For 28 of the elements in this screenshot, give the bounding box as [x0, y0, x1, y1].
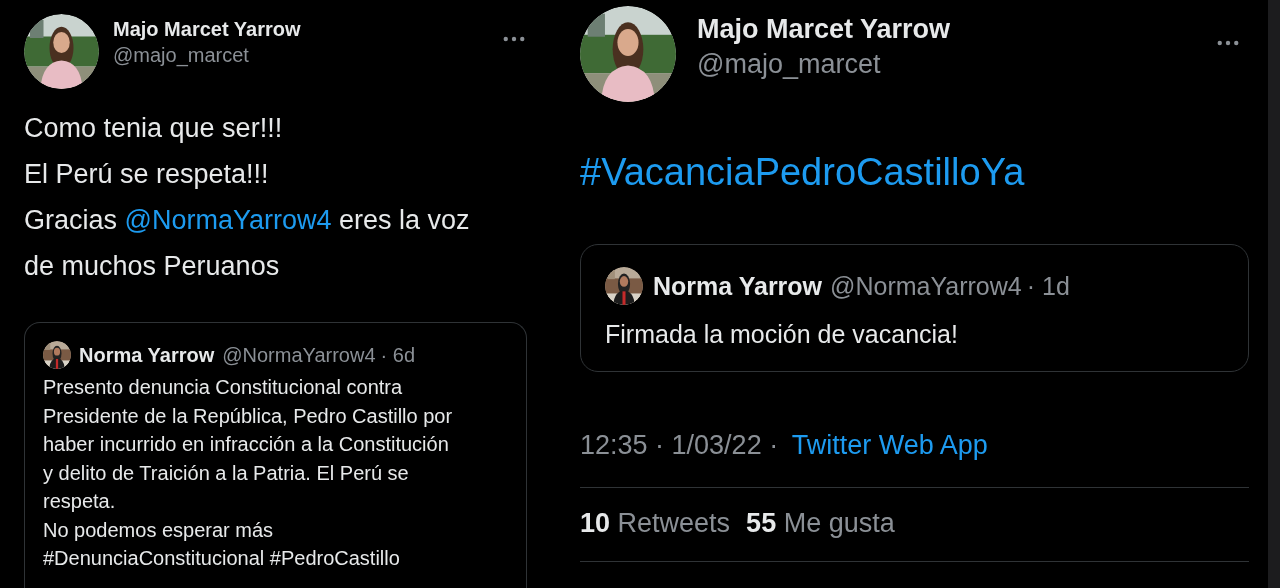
author-handle[interactable]: @majo_marcet	[697, 47, 951, 82]
quoted-tweet-text: Firmada la moción de vacancia!	[605, 319, 959, 350]
tweet-text: Gracias @NormaYarrow4 eres la voz	[24, 204, 471, 237]
more-icon[interactable]	[503, 36, 525, 42]
more-icon[interactable]	[1217, 40, 1239, 46]
quoted-author-name: Norma Yarrow	[79, 343, 215, 367]
quoted-author-handle: @NormaYarrow4	[222, 343, 376, 367]
quoted-tweet-age: · 6d	[380, 343, 416, 367]
source-link[interactable]: Twitter Web App	[791, 430, 988, 460]
quoted-author-handle: @NormaYarrow4	[830, 271, 1022, 301]
engagement-count[interactable]: 55 Me gusta	[746, 508, 895, 539]
quoted-tweet-text: Presento denuncia Constitucional contra Presidente de la República, Pedro Castillo por haber incurrido en infracción a la Constitución y delito de Traición a la Patria. El Perú se respeta.	[43, 375, 454, 514]
tweet-timestamp: 12:35 · 1/03/22 ·	[580, 430, 779, 460]
engagement-count[interactable]: 10 Retweets	[580, 508, 731, 539]
author-name[interactable]: Majo Marcet Yarrow	[697, 12, 951, 47]
hashtag-link[interactable]: #VacanciaPedroCastilloYa	[580, 151, 1025, 193]
quoted-tweet-card[interactable]	[24, 322, 527, 588]
quoted-author-name: Norma Yarrow	[653, 271, 823, 301]
quoted-tweet-text: #DenunciaConstitucional #PedroCastillo	[43, 546, 401, 571]
quoted-tweet-text: No podemos esperar más	[43, 517, 275, 543]
author-handle[interactable]: @majo_marcet	[113, 41, 301, 68]
mention-link[interactable]: @NormaYarrow4	[124, 205, 332, 235]
author-name[interactable]: Majo Marcet Yarrow	[113, 15, 301, 42]
quoted-tweet-age: · 1d	[1026, 271, 1070, 301]
tweet-text: El Perú se respeta!!!	[24, 158, 270, 191]
quoted-tweet-card[interactable]: Norma Yarrow @NormaYarrow4 · 1d Firmada la moción de vacancia!	[580, 244, 1249, 372]
tweet-text: Como tenia que ser!!!	[24, 112, 284, 145]
tweet-text: de muchos Peruanos	[24, 250, 281, 283]
